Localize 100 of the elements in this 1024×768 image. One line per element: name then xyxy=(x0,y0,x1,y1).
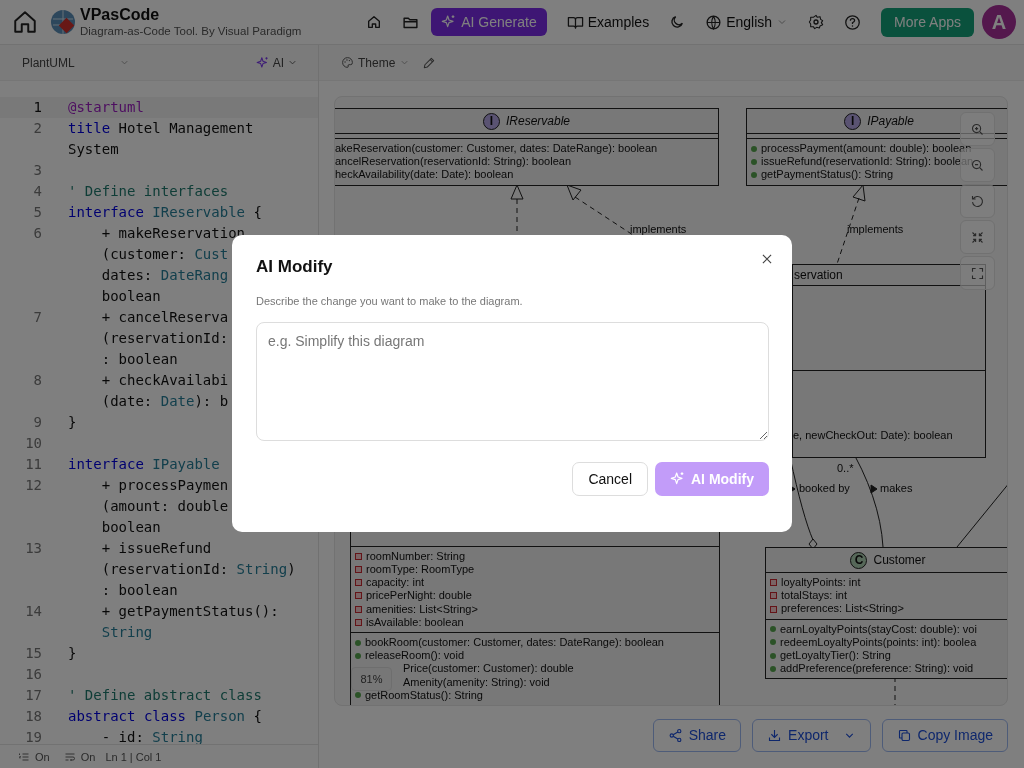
reset-view-button[interactable] xyxy=(960,184,995,218)
ai-generate-button[interactable]: AI Generate xyxy=(431,8,547,36)
globe-icon xyxy=(705,13,723,31)
code-text: + issueRefund xyxy=(100,540,212,556)
home-icon[interactable] xyxy=(12,9,38,35)
status-toggle[interactable]: On xyxy=(18,750,50,763)
action-button[interactable]: Export xyxy=(752,718,871,752)
class-icon: C xyxy=(850,551,868,569)
code-text: } xyxy=(68,645,77,661)
code-text: @startuml xyxy=(68,99,144,115)
code-text: } xyxy=(68,414,77,430)
edge-label: booked by xyxy=(799,482,850,494)
line-number: 5 xyxy=(32,203,43,222)
class-method: earnLoyaltyPoints(stayCost: double): voi xyxy=(780,622,977,636)
edge-label: implements xyxy=(847,223,904,235)
class-name: IReservable xyxy=(506,114,570,128)
interface-icon: I xyxy=(483,112,500,130)
line-number: 9 xyxy=(32,413,43,432)
code-text: (amount: double xyxy=(101,498,229,514)
line-number: 15 xyxy=(24,644,43,663)
class-field: roomNumber: String xyxy=(366,549,466,563)
class-method: getRoomStatus(): String xyxy=(365,688,483,702)
line-number: 10 xyxy=(24,434,43,453)
status-toggle[interactable]: On xyxy=(63,750,96,763)
dialog-title: AI Modify xyxy=(256,257,334,277)
palette-icon xyxy=(341,56,354,69)
settings-icon[interactable] xyxy=(808,14,825,30)
line-number: 4 xyxy=(32,182,43,201)
code-text: abstract class Person { xyxy=(68,708,262,724)
app-title: VPasCode xyxy=(80,6,161,24)
zoom-level: 81% xyxy=(351,667,392,691)
class-method: addPreference(preference: String): void xyxy=(780,662,974,676)
more-apps-button[interactable]: More Apps xyxy=(881,7,974,37)
class-method: heckAvailability(date: Date): boolean xyxy=(335,168,514,182)
language-select[interactable]: English xyxy=(705,13,789,31)
code-text: : boolean xyxy=(101,582,178,598)
sparkle-icon xyxy=(255,55,270,70)
code-text: : boolean xyxy=(101,351,178,367)
line-number: 16 xyxy=(24,665,43,684)
class-field: capacity: int xyxy=(366,576,425,590)
fit-view-button[interactable] xyxy=(960,220,995,254)
collapse-arrows-icon xyxy=(970,229,985,245)
zoom-in-button[interactable] xyxy=(960,112,995,146)
code-text: String xyxy=(101,624,153,640)
line-number: 6 xyxy=(32,224,43,243)
code-text: dates: DateRang xyxy=(101,267,229,283)
edge-label: 0..* xyxy=(837,462,854,474)
class-method: bookRoom(customer: Customer, dates: DateRange): boolean xyxy=(365,636,664,650)
numbered-list-icon xyxy=(18,750,30,763)
text-wrap-icon xyxy=(63,750,76,763)
code-text: System xyxy=(68,141,119,157)
class-name: servation xyxy=(794,268,843,282)
line-number: 12 xyxy=(24,476,43,495)
code-text: boolean xyxy=(101,288,161,304)
code-text: (customer: Cust xyxy=(101,246,229,262)
code-text: boolean xyxy=(101,519,161,535)
dialog-description: Describe the change you want to make to the diagram. xyxy=(256,295,524,307)
class-field: amenities: List<String> xyxy=(366,602,478,616)
class-method: processPayment(amount: double): boolean xyxy=(761,142,972,156)
fullscreen-icon xyxy=(970,265,985,281)
prompt-field[interactable]: e.g. Simplify this diagram xyxy=(256,322,769,441)
moon-icon[interactable] xyxy=(669,14,686,30)
cursor-position: Ln 1 | Col 1 xyxy=(105,750,162,763)
code-text: + cancelReserva xyxy=(100,309,229,325)
class-method: releaseRoom(): void xyxy=(365,649,465,663)
code-text: title Hotel Management xyxy=(68,120,254,136)
share-icon xyxy=(667,727,683,743)
home-icon[interactable] xyxy=(366,14,383,30)
app-subtitle: Diagram-as-Code Tool. By Visual Paradigm xyxy=(80,24,302,38)
code-text: + makeReservation xyxy=(100,225,245,241)
class-name: IPayable xyxy=(867,114,914,128)
class-method: redeemLoyaltyPoints(points: int): boolea xyxy=(780,635,977,649)
pencil-icon[interactable] xyxy=(422,55,437,70)
line-number: 18 xyxy=(24,707,43,726)
code-text: ' Define interfaces xyxy=(68,183,229,199)
examples-link[interactable]: Examples xyxy=(566,13,650,31)
language-dropdown[interactable]: PlantUML xyxy=(22,55,130,70)
help-icon[interactable] xyxy=(844,13,862,31)
class-method: Price(customer: Customer): double xyxy=(403,662,574,676)
download-icon xyxy=(767,727,783,743)
theme-menu[interactable]: Theme xyxy=(341,55,411,70)
ai-menu-button[interactable]: AI xyxy=(255,55,298,70)
class-field: loyaltyPoints: int xyxy=(781,576,861,590)
line-number: 13 xyxy=(24,539,43,558)
action-button[interactable]: Copy Image xyxy=(881,718,1008,752)
line-number: 14 xyxy=(24,602,43,621)
cancel-button[interactable]: Cancel xyxy=(572,462,648,496)
class-field: totalStays: int xyxy=(781,589,848,603)
code-text: + getPaymentStatus(): xyxy=(100,603,279,619)
code-text: (reservationId: String) xyxy=(101,561,296,577)
class-name: Customer xyxy=(873,553,926,567)
line-number: 2 xyxy=(32,119,43,138)
close-icon[interactable] xyxy=(760,252,774,266)
zoom-in-icon xyxy=(970,121,985,137)
edge-label: implements xyxy=(630,223,687,235)
user-avatar[interactable]: A xyxy=(982,5,1016,39)
code-text: + processPaymen xyxy=(100,477,229,493)
logo-icon xyxy=(50,9,76,35)
line-number: 3 xyxy=(32,161,43,180)
action-button[interactable]: Share xyxy=(652,718,742,752)
